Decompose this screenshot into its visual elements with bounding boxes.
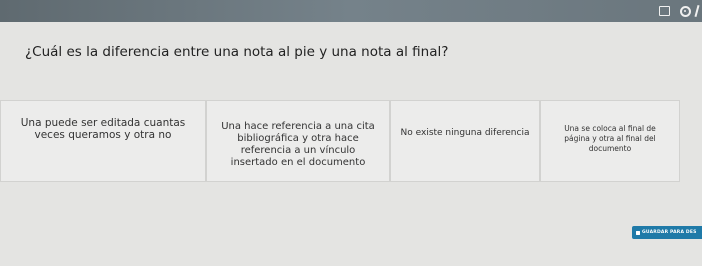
answer-option-label: Una se coloca al final de página y otra … — [564, 124, 656, 153]
pen-icon[interactable] — [692, 4, 702, 18]
save-icon — [636, 230, 640, 235]
question-text: ¿Cuál es la diferencia entre una nota al… — [25, 44, 449, 60]
top-toolbar — [0, 0, 702, 22]
screen-icon[interactable] — [656, 4, 672, 18]
answer-option-label: Una hace referencia a una cita bibliográ… — [221, 121, 375, 168]
answer-option-3[interactable]: No existe ninguna diferencia — [390, 100, 540, 182]
answer-option-label: Una puede ser editada cuantas veces quer… — [20, 117, 186, 141]
save-button-label: GUARDAR PARA DES — [642, 230, 697, 235]
answer-option-2[interactable]: Una hace referencia a una cita bibliográ… — [206, 100, 390, 182]
answer-option-label: No existe ninguna diferencia — [400, 128, 530, 138]
settings-icon[interactable] — [677, 4, 693, 18]
save-button[interactable]: GUARDAR PARA DES — [632, 226, 702, 239]
answer-option-1[interactable]: Una puede ser editada cuantas veces quer… — [0, 100, 206, 182]
answer-options: Una puede ser editada cuantas veces quer… — [0, 100, 702, 184]
answer-option-4[interactable]: Una se coloca al final de página y otra … — [540, 100, 680, 182]
